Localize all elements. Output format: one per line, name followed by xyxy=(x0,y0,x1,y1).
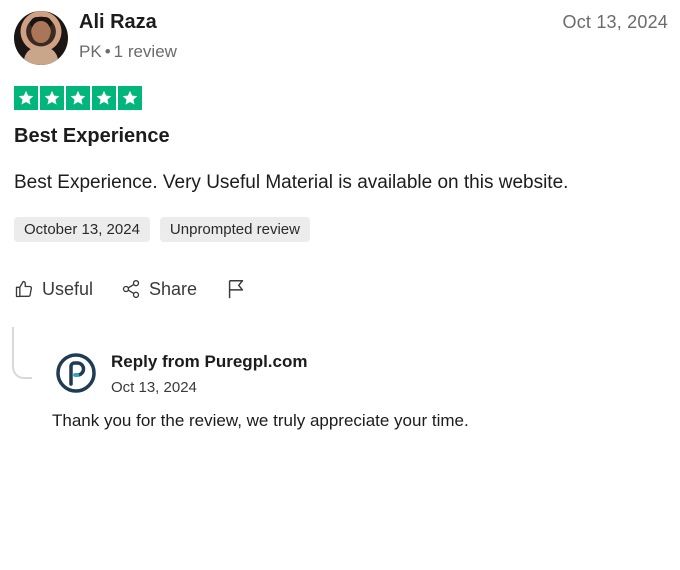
review-body: Best Experience. Very Useful Material is… xyxy=(14,172,569,193)
review-card: Ali Raza PK • 1 review Oct 13, 2024 Best E… xyxy=(0,0,680,570)
thumbs-up-icon xyxy=(15,280,33,298)
avatar[interactable] xyxy=(14,11,68,65)
flag-icon xyxy=(228,280,244,299)
star-icon xyxy=(40,86,64,110)
share-label: Share xyxy=(149,278,198,299)
tag-experience-date: October 13, 2024 xyxy=(14,217,150,242)
review-date: Oct 13, 2024 xyxy=(562,12,668,32)
reviewer-name[interactable]: Ali Raza xyxy=(79,11,157,34)
reviewer-meta: PK • 1 review xyxy=(79,42,177,62)
share-button[interactable]: Share xyxy=(121,279,197,300)
flag-button[interactable] xyxy=(225,278,247,300)
review-title[interactable]: Best Experience xyxy=(14,125,170,148)
useful-label: Useful xyxy=(42,278,94,299)
reply-date: Oct 13, 2024 xyxy=(111,379,197,396)
review-tags: October 13, 2024 Unprompted review xyxy=(14,217,310,242)
star-icon xyxy=(14,86,38,110)
reviewer-review-count: 1 review xyxy=(113,42,177,61)
reply-connector xyxy=(12,327,32,379)
reply-text: Thank you for the review, we truly appre… xyxy=(52,411,469,430)
meta-separator: • xyxy=(104,42,111,61)
review-actions: Useful Share xyxy=(14,278,247,300)
tag-unprompted-review[interactable]: Unprompted review xyxy=(159,217,310,242)
star-icon xyxy=(66,86,90,110)
useful-button[interactable]: Useful xyxy=(14,279,93,300)
reviewer-country: PK xyxy=(79,42,102,61)
star-rating xyxy=(14,86,142,110)
share-icon xyxy=(122,280,140,298)
puregpl-logo-icon[interactable] xyxy=(56,353,96,393)
reply-title: Reply from Puregpl.com xyxy=(111,352,308,371)
star-icon xyxy=(118,86,142,110)
star-icon xyxy=(92,86,116,110)
